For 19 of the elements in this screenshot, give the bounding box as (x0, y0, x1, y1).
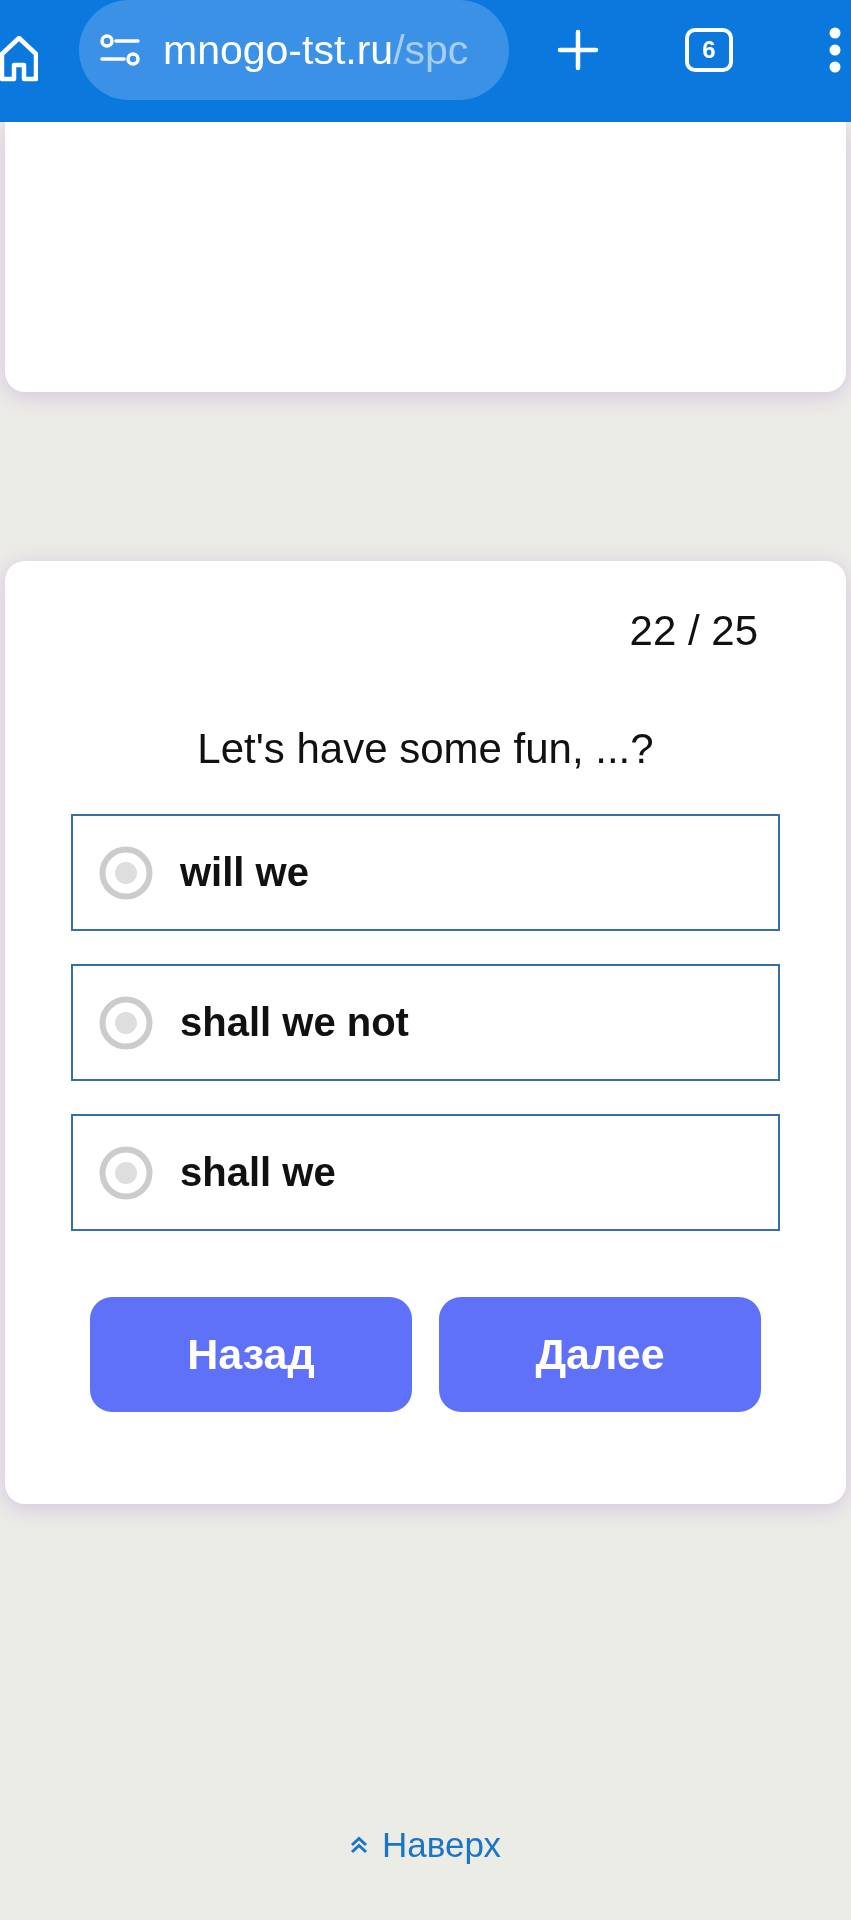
radio-icon[interactable] (99, 1145, 153, 1200)
back-to-top-link[interactable]: Наверх (350, 1822, 501, 1868)
nav-button[interactable]: Назад (90, 1297, 412, 1412)
question-counter: 22 / 25 (629, 606, 758, 656)
question-text: Let's have some fun, ...? (197, 724, 654, 774)
tab-switcher-button[interactable]: 6 (685, 28, 733, 72)
home-icon[interactable] (0, 34, 38, 82)
radio-icon[interactable] (99, 845, 153, 900)
new-tab-icon[interactable] (557, 29, 599, 71)
url-text: mnogo-tst.ru/spc (163, 26, 469, 74)
nav-button[interactable]: Далее (439, 1297, 761, 1412)
answer-option[interactable]: shall we not (71, 964, 780, 1081)
answer-option[interactable]: will we (71, 814, 780, 931)
address-bar[interactable]: mnogo-tst.ru/spc (79, 0, 509, 100)
site-settings-icon[interactable] (100, 34, 140, 66)
answer-option[interactable]: shall we (71, 1114, 780, 1231)
menu-icon[interactable] (828, 27, 842, 73)
radio-icon[interactable] (99, 995, 153, 1050)
double-chevron-up-icon (350, 1836, 368, 1854)
